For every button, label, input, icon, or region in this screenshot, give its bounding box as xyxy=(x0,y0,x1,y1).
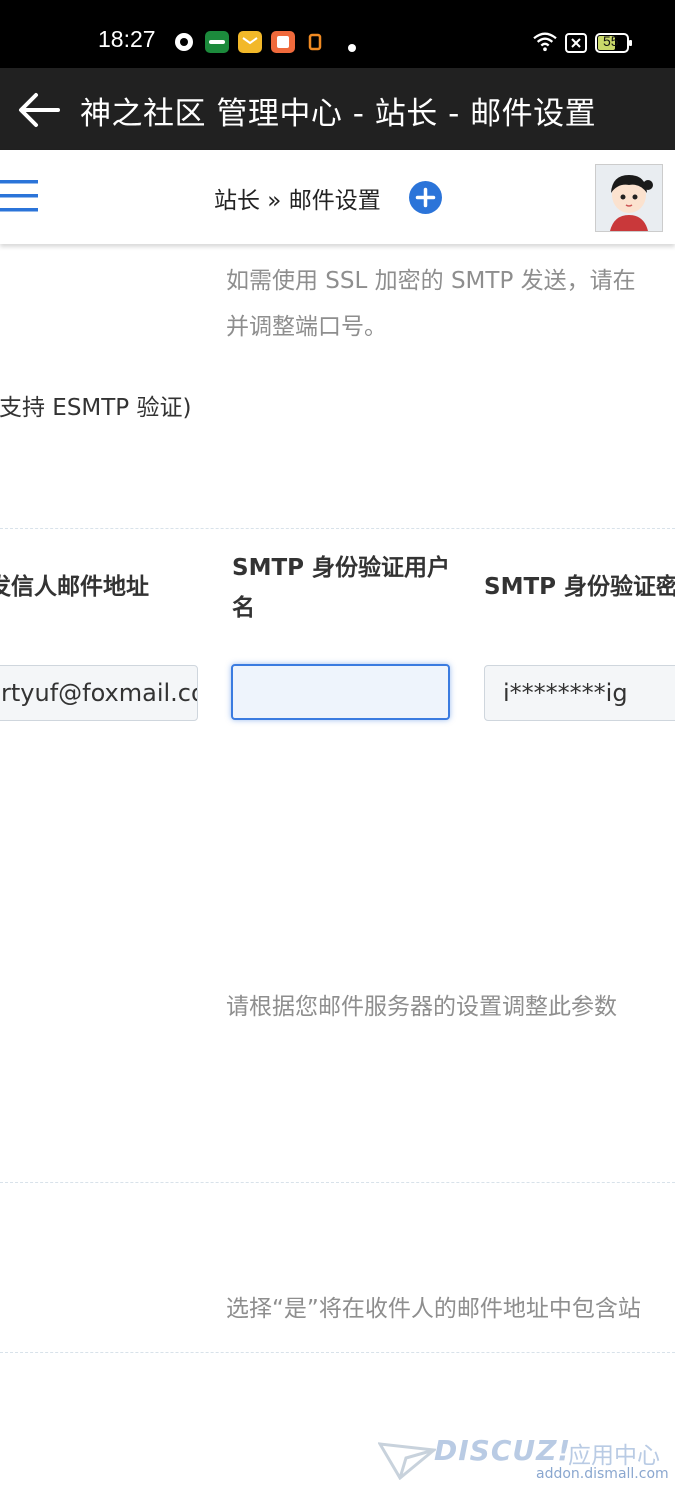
divider xyxy=(0,1352,675,1353)
watermark-suffix: 应用中心 xyxy=(568,1443,660,1469)
smtp-username-label-line2: 名 xyxy=(232,595,255,621)
watermark-brand: DISCUZ! xyxy=(434,1434,572,1467)
oppo-icon xyxy=(205,31,229,53)
smtp-username-label-line1: SMTP 身份验证用户 xyxy=(232,555,451,581)
include-site-name-hint: 选择“是”将在收件人的邮件地址中包含站 xyxy=(226,1296,641,1322)
ssl-hint-line1: 如需使用 SSL 加密的 SMTP 发送，请在 xyxy=(226,268,636,294)
app-small-icon xyxy=(308,33,322,51)
smtp-password-label: SMTP 身份验证密码 xyxy=(484,574,675,600)
status-time: 18:27 xyxy=(98,26,156,52)
divider xyxy=(0,1182,675,1183)
nav-bar: 站长 » 邮件设置 xyxy=(0,150,675,244)
app-notification-icon xyxy=(175,33,193,51)
discuz-watermark: DISCUZ! 应用中心 addon.dismall.com xyxy=(378,1434,669,1486)
smtp-password-input[interactable]: i********ig xyxy=(484,665,675,721)
app-bar: 神之社区 管理中心 - 站长 - 邮件设置 xyxy=(0,68,675,150)
page-title: 神之社区 管理中心 - 站长 - 邮件设置 xyxy=(80,96,597,132)
add-button[interactable] xyxy=(409,181,442,214)
ssl-hint-line2: 并调整端口号。 xyxy=(226,314,387,340)
watermark-domain: addon.dismall.com xyxy=(536,1466,669,1482)
avatar[interactable] xyxy=(595,164,663,232)
sender-email-input[interactable]: rtyuf@foxmail.com xyxy=(0,665,198,721)
battery-level: 55 xyxy=(603,33,619,49)
sim-disabled-icon xyxy=(565,33,587,53)
avatar-image xyxy=(596,165,662,231)
breadcrumb[interactable]: 站长 » 邮件设置 xyxy=(214,181,381,215)
dot-icon xyxy=(348,44,356,52)
server-settings-hint: 请根据您邮件服务器的设置调整此参数 xyxy=(226,994,617,1020)
sender-email-label: 发信人邮件地址 xyxy=(0,574,149,600)
esmtp-note: (支持 ESMTP 验证) xyxy=(0,395,192,421)
menu-icon[interactable] xyxy=(0,178,40,218)
plus-icon xyxy=(415,187,436,208)
wifi-icon xyxy=(533,32,557,52)
status-bar: 18:27 55 xyxy=(0,0,675,68)
smtp-username-input[interactable] xyxy=(231,664,450,720)
paper-plane-icon xyxy=(378,1442,436,1480)
back-arrow-icon[interactable] xyxy=(14,85,64,135)
book-icon xyxy=(271,31,295,53)
mail-icon xyxy=(238,31,262,53)
divider xyxy=(0,528,675,529)
